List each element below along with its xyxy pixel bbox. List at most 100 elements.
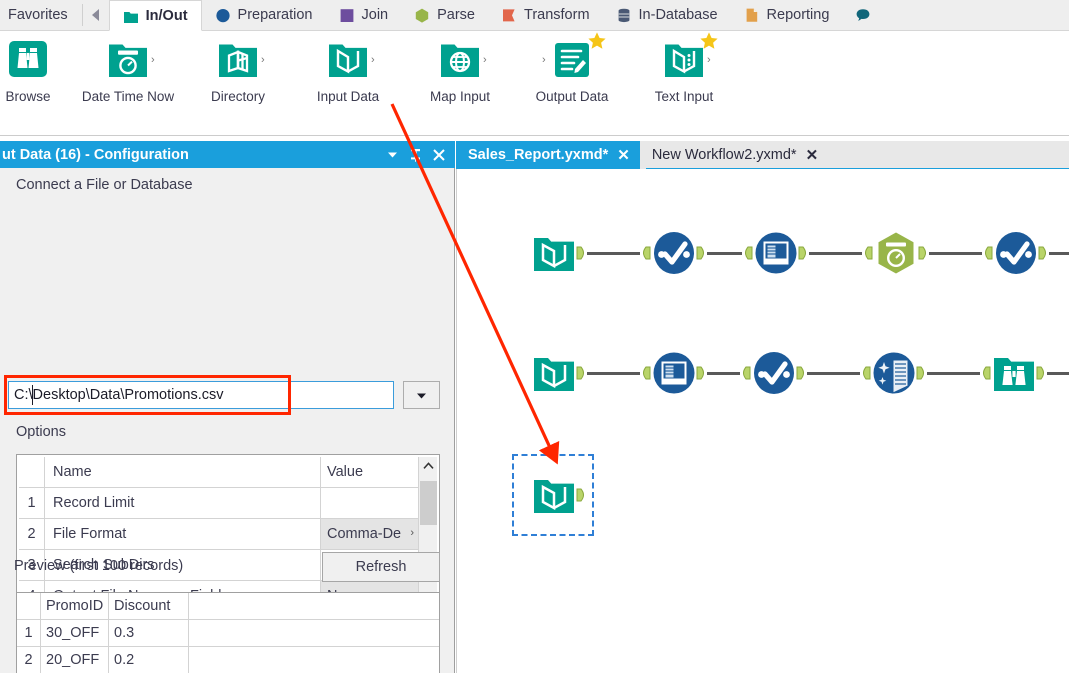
refresh-button[interactable]: Refresh — [322, 552, 440, 582]
favorite-star-icon[interactable] — [699, 31, 719, 51]
output-port[interactable] — [798, 246, 809, 260]
input-port[interactable] — [640, 246, 651, 260]
connection-line[interactable] — [1049, 252, 1069, 255]
tab-category-transform[interactable]: Transform — [488, 0, 603, 30]
output-port[interactable] — [696, 366, 707, 380]
tab-category-reporting[interactable]: Reporting — [730, 0, 843, 30]
table-row[interactable]: 1 Record Limit — [19, 488, 419, 519]
input-port[interactable] — [742, 246, 753, 260]
category-scroll-left-button[interactable] — [82, 0, 109, 30]
scrollbar-thumb[interactable] — [420, 481, 437, 525]
palette-tool-date-time-now[interactable]: › Date Time Now — [80, 37, 176, 105]
tab-category-in-out[interactable]: In/Out — [108, 0, 202, 31]
tab-favorites[interactable]: Favorites — [0, 0, 82, 30]
connection-line[interactable] — [587, 372, 640, 375]
option-value-cell[interactable] — [321, 488, 419, 518]
pin-icon — [411, 148, 420, 162]
chevron-right-icon[interactable]: › — [151, 55, 155, 66]
options-header-name: Name — [45, 457, 321, 487]
tab-category-join[interactable]: Join — [325, 0, 402, 30]
options-header-value: Value — [327, 464, 364, 480]
browse-node[interactable] — [991, 350, 1037, 396]
input-data-node-selected[interactable] — [531, 472, 577, 518]
data-cleansing-node[interactable] — [871, 350, 917, 396]
favorite-star-icon[interactable] — [587, 31, 607, 51]
document-tab-2[interactable]: New Workflow2.yxmd* ✕ — [639, 141, 829, 169]
connection-line[interactable] — [587, 252, 640, 255]
palette-tool-label: Directory — [210, 89, 265, 104]
workflow-canvas[interactable] — [456, 169, 1069, 673]
input-data-icon: › — [320, 37, 376, 87]
chevron-right-icon[interactable]: › — [707, 55, 711, 66]
file-path-dropdown-button[interactable] — [403, 381, 440, 409]
palette-tool-input-data[interactable]: › Input Data — [300, 37, 396, 105]
input-port[interactable] — [640, 366, 651, 380]
table-row[interactable]: 1 30_OFF 0.3 — [17, 620, 439, 647]
document-tab-1[interactable]: Sales_Report.yxmd* ✕ — [456, 141, 640, 169]
tool-palette: Browse › Date Time Now › Directory › Input … — [0, 31, 1069, 136]
date-time-node[interactable] — [873, 230, 919, 276]
tab-category-comment[interactable] — [842, 0, 892, 30]
palette-tool-browse[interactable]: Browse — [0, 37, 76, 105]
connection-line[interactable] — [807, 372, 860, 375]
output-port[interactable] — [918, 246, 929, 260]
tab-category-in-database[interactable]: In-Database — [602, 0, 731, 30]
chevron-right-icon[interactable]: › — [261, 55, 265, 66]
output-port[interactable] — [576, 366, 587, 380]
connection-line[interactable] — [929, 252, 982, 255]
output-port[interactable] — [1038, 246, 1049, 260]
close-icon[interactable]: ✕ — [806, 146, 819, 164]
select-node[interactable] — [651, 230, 697, 276]
input-data-node[interactable] — [531, 350, 577, 396]
palette-tool-directory[interactable]: › Directory — [190, 37, 286, 105]
input-port[interactable] — [980, 366, 991, 380]
output-port[interactable] — [576, 488, 587, 502]
chevron-right-icon[interactable]: › — [542, 55, 546, 66]
summarize-node[interactable] — [753, 230, 799, 276]
tab-category-preparation[interactable]: Preparation — [201, 0, 326, 30]
file-path-row — [8, 381, 440, 409]
table-row[interactable]: 2 File Format Comma-De › — [19, 519, 419, 550]
input-port[interactable] — [740, 366, 751, 380]
chevron-down-icon — [388, 152, 397, 158]
chevron-right-icon[interactable]: › — [371, 55, 375, 66]
chevron-right-icon[interactable]: › — [483, 55, 487, 66]
chevron-down-icon[interactable]: › — [410, 527, 414, 539]
palette-tool-label: Output Data — [535, 89, 609, 104]
tab-favorites-label: Favorites — [8, 7, 68, 23]
preview-table: PromoID Discount 1 30_OFF 0.3 2 20_OFF 0… — [16, 592, 440, 673]
output-port[interactable] — [576, 246, 587, 260]
connection-line[interactable] — [707, 252, 742, 255]
palette-tool-text-input[interactable]: › Text Input — [636, 32, 732, 105]
select-node[interactable] — [751, 350, 797, 396]
output-port[interactable] — [1036, 366, 1047, 380]
tab-category-parse[interactable]: Parse — [401, 0, 488, 30]
input-data-node[interactable] — [531, 230, 577, 276]
output-port[interactable] — [696, 246, 707, 260]
preview-header-discount: Discount — [109, 593, 189, 620]
pin-button[interactable] — [409, 148, 422, 162]
close-button[interactable] — [432, 148, 446, 162]
option-value-cell[interactable]: Comma-De › — [321, 519, 419, 549]
input-port[interactable] — [860, 366, 871, 380]
preview-header-num — [17, 593, 41, 620]
connection-line[interactable] — [1047, 372, 1069, 375]
input-port[interactable] — [862, 246, 873, 260]
connection-line[interactable] — [707, 372, 740, 375]
table-row[interactable]: 2 20_OFF 0.2 — [17, 647, 439, 673]
file-path-input[interactable] — [8, 381, 394, 409]
close-icon[interactable]: ✕ — [617, 146, 630, 164]
connection-line[interactable] — [927, 372, 980, 375]
preview-cell-filler — [189, 620, 439, 647]
palette-tool-label: Map Input — [429, 89, 491, 104]
palette-tool-map-input[interactable]: › Map Input — [412, 37, 508, 105]
select-node[interactable] — [993, 230, 1039, 276]
summarize-node[interactable] — [651, 350, 697, 396]
palette-tool-output-data[interactable]: › Output Data — [524, 32, 620, 105]
scroll-up-button[interactable] — [419, 457, 438, 475]
collapse-button[interactable] — [386, 148, 399, 161]
input-port[interactable] — [982, 246, 993, 260]
output-port[interactable] — [796, 366, 807, 380]
output-port[interactable] — [916, 366, 927, 380]
connection-line[interactable] — [809, 252, 862, 255]
